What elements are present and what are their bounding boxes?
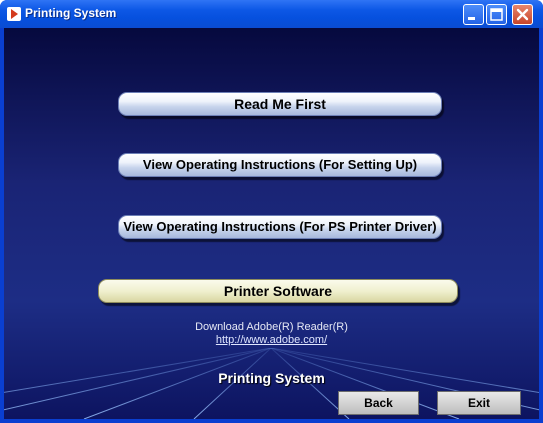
ps-driver-instructions-button[interactable]: View Operating Instructions (For PS Prin…: [118, 215, 442, 239]
main-panel: Read Me First View Operating Instruction…: [4, 28, 539, 419]
title-bar[interactable]: Printing System: [0, 0, 543, 28]
close-icon: [516, 8, 529, 21]
printer-software-button[interactable]: Printer Software: [98, 279, 458, 303]
maximize-button[interactable]: [486, 4, 507, 25]
close-button[interactable]: [512, 4, 533, 25]
minimize-button[interactable]: [463, 4, 484, 25]
back-button[interactable]: Back: [338, 391, 419, 415]
app-arrow-icon: [7, 7, 21, 21]
exit-button[interactable]: Exit: [437, 391, 521, 415]
adobe-link[interactable]: http://www.adobe.com/: [216, 334, 327, 346]
footer-title: Printing System: [218, 370, 325, 386]
setup-instructions-button[interactable]: View Operating Instructions (For Setting…: [118, 153, 442, 177]
minimize-icon: [468, 17, 475, 20]
app-window: Printing System Read Me First View Opera…: [0, 0, 543, 423]
window-title: Printing System: [25, 6, 117, 20]
adobe-link-row: http://www.adobe.com/: [4, 334, 539, 346]
read-me-first-button[interactable]: Read Me First: [118, 92, 442, 116]
download-reader-label: Download Adobe(R) Reader(R): [195, 321, 348, 333]
maximize-icon: [490, 8, 503, 21]
